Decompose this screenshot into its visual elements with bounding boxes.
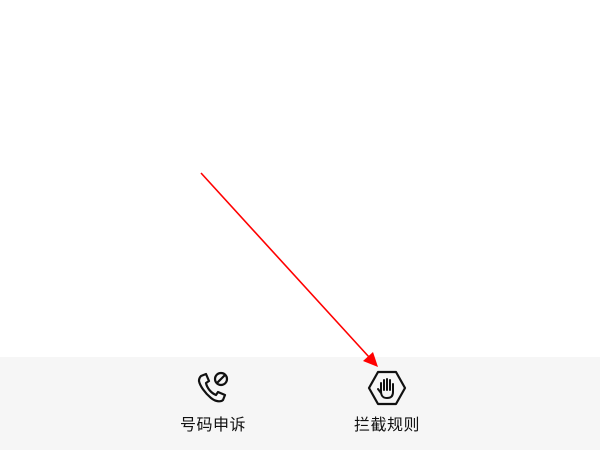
bottom-tab-bar: 号码申诉 拦截规则 bbox=[0, 357, 600, 450]
hand-stop-icon bbox=[367, 369, 407, 409]
tab-block-rules-label: 拦截规则 bbox=[353, 415, 420, 434]
content-area bbox=[0, 0, 600, 357]
phone-block-icon bbox=[193, 369, 233, 409]
tab-number-appeal[interactable]: 号码申诉 bbox=[153, 357, 273, 450]
tab-block-rules[interactable]: 拦截规则 bbox=[327, 357, 447, 450]
tab-number-appeal-label: 号码申诉 bbox=[179, 415, 246, 434]
